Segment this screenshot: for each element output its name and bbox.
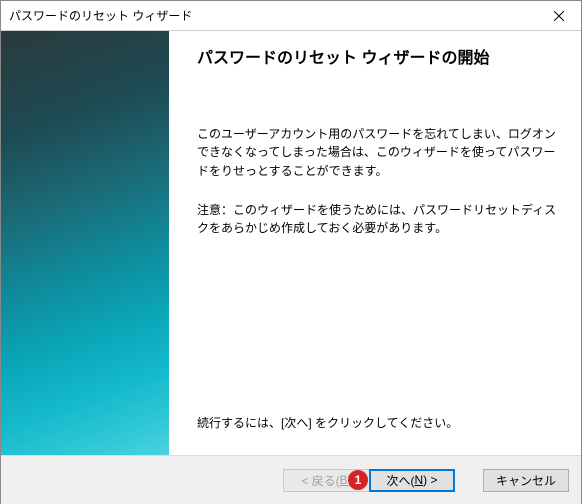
wizard-main-panel: パスワードのリセット ウィザードの開始 このユーザーアカウント用のパスワードを忘… (169, 31, 581, 455)
back-label-suffix: ) (348, 473, 352, 487)
wizard-footer: < 戻る(B) 1 次へ(N) > キャンセル (1, 455, 581, 504)
next-button[interactable]: 次へ(N) > (369, 469, 455, 492)
next-button-wrap: 1 次へ(N) > (369, 469, 455, 492)
cancel-button[interactable]: キャンセル (483, 469, 569, 492)
titlebar: パスワードのリセット ウィザード (1, 1, 581, 31)
close-icon (554, 11, 564, 21)
wizard-heading: パスワードのリセット ウィザードの開始 (197, 49, 557, 70)
next-label-prefix: 次へ( (386, 472, 414, 489)
nav-button-group: < 戻る(B) 1 次へ(N) > (283, 469, 455, 492)
next-label-suffix: ) > (423, 473, 437, 487)
wizard-paragraph-1: このユーザーアカウント用のパスワードを忘れてしまい、ログオンできなくなってしまっ… (197, 125, 557, 181)
back-button: < 戻る(B) (283, 469, 369, 492)
wizard-paragraph-2: 注意：このウィザードを使うためには、パスワードリセットディスクをあらかじめ作成し… (197, 201, 557, 238)
back-label-key: B (340, 473, 348, 487)
window-title: パスワードのリセット ウィザード (9, 7, 192, 24)
next-label-key: N (414, 473, 423, 487)
wizard-continue-text: 続行するには、[次へ] をクリックしてください。 (197, 414, 557, 431)
close-button[interactable] (536, 1, 581, 30)
content-area: パスワードのリセット ウィザードの開始 このユーザーアカウント用のパスワードを忘… (1, 31, 581, 455)
wizard-sidebar-image (1, 31, 169, 455)
back-label-prefix: < 戻る( (301, 472, 339, 489)
